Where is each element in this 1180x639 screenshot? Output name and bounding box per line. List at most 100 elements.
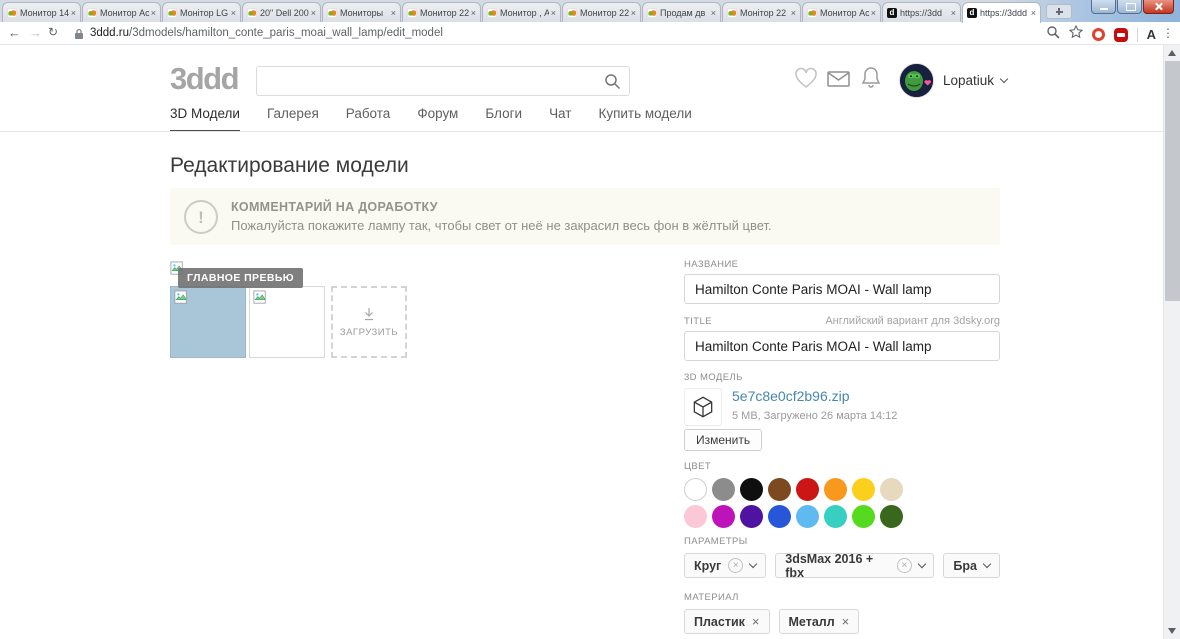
param-chip[interactable]: 3dsMax 2016 + fbx × bbox=[775, 552, 935, 580]
scroll-up-icon[interactable] bbox=[1168, 50, 1176, 56]
tab-close-icon[interactable]: × bbox=[711, 8, 716, 18]
browser-tab[interactable]: Монитор 22 × bbox=[402, 2, 481, 22]
tab-close-icon[interactable]: × bbox=[151, 8, 156, 18]
opera-extension-icon[interactable] bbox=[1091, 28, 1105, 41]
browser-tab[interactable]: Монітор 22 × bbox=[722, 2, 801, 22]
minimize-button[interactable] bbox=[1091, 0, 1116, 14]
color-swatches-row1 bbox=[684, 478, 1000, 501]
tab-close-icon[interactable]: × bbox=[791, 8, 796, 18]
adblock-extension-icon[interactable] bbox=[1113, 27, 1128, 42]
scrollbar[interactable] bbox=[1163, 45, 1180, 639]
browser-tab[interactable]: 20" Dell 200 × bbox=[242, 2, 321, 22]
color-swatch[interactable] bbox=[880, 505, 903, 528]
browser-tab[interactable]: Монитор 22 × bbox=[562, 2, 641, 22]
model-label: 3D МОДЕЛЬ bbox=[684, 372, 743, 383]
browser-tab[interactable]: d https://3dd × bbox=[882, 2, 961, 22]
tab-close-icon[interactable]: × bbox=[311, 8, 316, 18]
material-chip[interactable]: Пластик × bbox=[684, 609, 770, 634]
tab-close-icon[interactable]: × bbox=[471, 8, 476, 18]
remove-circle-icon[interactable]: × bbox=[728, 558, 744, 573]
browser-menu-icon[interactable]: ⋮ bbox=[1162, 26, 1174, 40]
nav-item[interactable]: Галерея bbox=[267, 106, 319, 132]
maximize-button[interactable] bbox=[1117, 0, 1142, 14]
nav-item[interactable]: 3D Модели bbox=[170, 106, 240, 132]
color-swatch[interactable] bbox=[740, 505, 763, 528]
remove-icon[interactable]: × bbox=[752, 614, 760, 629]
color-swatch[interactable] bbox=[852, 478, 875, 501]
ddd-favicon: d bbox=[887, 7, 897, 18]
tab-close-icon[interactable]: × bbox=[71, 8, 76, 18]
browser-tab[interactable]: Мониторы × bbox=[322, 2, 401, 22]
header-divider bbox=[0, 131, 1163, 132]
change-model-button[interactable]: Изменить bbox=[684, 429, 763, 451]
search-input[interactable] bbox=[265, 69, 595, 93]
browser-tab[interactable]: Монітор LG × bbox=[162, 2, 241, 22]
address-bar[interactable]: 3ddd.ru/3dmodels/hamilton_conte_paris_mo… bbox=[90, 27, 443, 39]
reload-icon[interactable]: ↻ bbox=[48, 25, 58, 39]
new-tab-button[interactable] bbox=[1046, 4, 1072, 19]
messages-mail-icon[interactable] bbox=[827, 71, 850, 92]
site-logo[interactable]: 3ddd bbox=[170, 61, 240, 97]
upload-preview-button[interactable]: ЗАГРУЗИТЬ bbox=[331, 286, 407, 358]
nav-item[interactable]: Чат bbox=[549, 106, 571, 132]
params-label: ПАРАМЕТРЫ bbox=[684, 536, 748, 547]
color-swatch[interactable] bbox=[684, 478, 707, 501]
favorites-heart-icon[interactable] bbox=[794, 67, 818, 94]
remove-circle-icon[interactable]: × bbox=[897, 558, 912, 573]
browser-tab[interactable]: Монитор , А × bbox=[482, 2, 561, 22]
color-swatch[interactable] bbox=[768, 505, 791, 528]
browser-tab[interactable]: d https://3ddd × bbox=[962, 2, 1041, 23]
zoom-icon[interactable] bbox=[1046, 25, 1060, 44]
notifications-bell-icon[interactable] bbox=[860, 66, 882, 94]
color-swatch[interactable] bbox=[712, 478, 735, 501]
tab-close-icon[interactable]: × bbox=[871, 8, 876, 18]
tab-label: Монитор , А bbox=[500, 7, 549, 18]
nav-item[interactable]: Форум bbox=[417, 106, 458, 132]
tab-close-icon[interactable]: × bbox=[951, 8, 956, 18]
tab-close-icon[interactable]: × bbox=[631, 8, 636, 18]
color-label: ЦВЕТ bbox=[684, 461, 712, 472]
color-swatch[interactable] bbox=[684, 505, 707, 528]
param-chip[interactable]: Круг × bbox=[684, 553, 767, 578]
back-icon[interactable]: ← bbox=[8, 25, 21, 40]
title-input[interactable] bbox=[684, 331, 1000, 361]
tab-close-icon[interactable]: × bbox=[1031, 8, 1036, 18]
tab-close-icon[interactable]: × bbox=[231, 8, 236, 18]
page-content: 3ddd Lopatiuk 3D Модели Галерея Работа Фору… bbox=[0, 45, 1163, 639]
color-swatch[interactable] bbox=[712, 505, 735, 528]
bookmark-star-icon[interactable] bbox=[1068, 24, 1083, 44]
forward-icon[interactable]: → bbox=[29, 25, 42, 40]
param-chip[interactable]: Бра bbox=[943, 553, 1000, 578]
search-icon[interactable] bbox=[604, 73, 621, 95]
browser-tab[interactable]: Монитор Ас × bbox=[82, 2, 161, 22]
preview-thumbnail-main[interactable] bbox=[170, 286, 246, 358]
close-button[interactable] bbox=[1143, 0, 1174, 14]
color-swatch[interactable] bbox=[768, 478, 791, 501]
color-swatch[interactable] bbox=[880, 478, 903, 501]
nav-item[interactable]: Купить модели bbox=[598, 106, 691, 132]
tab-close-icon[interactable]: × bbox=[391, 8, 396, 18]
browser-tab[interactable]: Монитор Ас × bbox=[802, 2, 881, 22]
nav-item[interactable]: Блоги bbox=[485, 106, 522, 132]
model-file-link[interactable]: 5e7c8e0cf2b96.zip bbox=[732, 388, 850, 404]
color-swatch[interactable] bbox=[796, 505, 819, 528]
tab-close-icon[interactable]: × bbox=[551, 8, 556, 18]
tab-label: https://3ddd bbox=[980, 8, 1028, 18]
cube-icon bbox=[684, 388, 722, 426]
color-swatch[interactable] bbox=[824, 505, 847, 528]
scrollbar-thumb[interactable] bbox=[1165, 61, 1180, 301]
font-extension-icon[interactable]: A bbox=[1147, 27, 1156, 42]
scroll-down-icon[interactable] bbox=[1168, 628, 1176, 634]
color-swatch[interactable] bbox=[796, 478, 819, 501]
color-swatch[interactable] bbox=[740, 478, 763, 501]
remove-icon[interactable]: × bbox=[842, 614, 850, 629]
nav-item[interactable]: Работа bbox=[346, 106, 391, 132]
name-input[interactable] bbox=[684, 274, 1000, 304]
color-swatch[interactable] bbox=[824, 478, 847, 501]
browser-tab[interactable]: Монитор 14 × bbox=[2, 2, 81, 22]
preview-thumbnail[interactable] bbox=[249, 286, 325, 358]
color-swatch[interactable] bbox=[852, 505, 875, 528]
browser-tab[interactable]: Продам дв × bbox=[642, 2, 721, 22]
user-menu[interactable]: Lopatiuk bbox=[899, 63, 1009, 98]
material-chip[interactable]: Металл × bbox=[778, 609, 860, 634]
